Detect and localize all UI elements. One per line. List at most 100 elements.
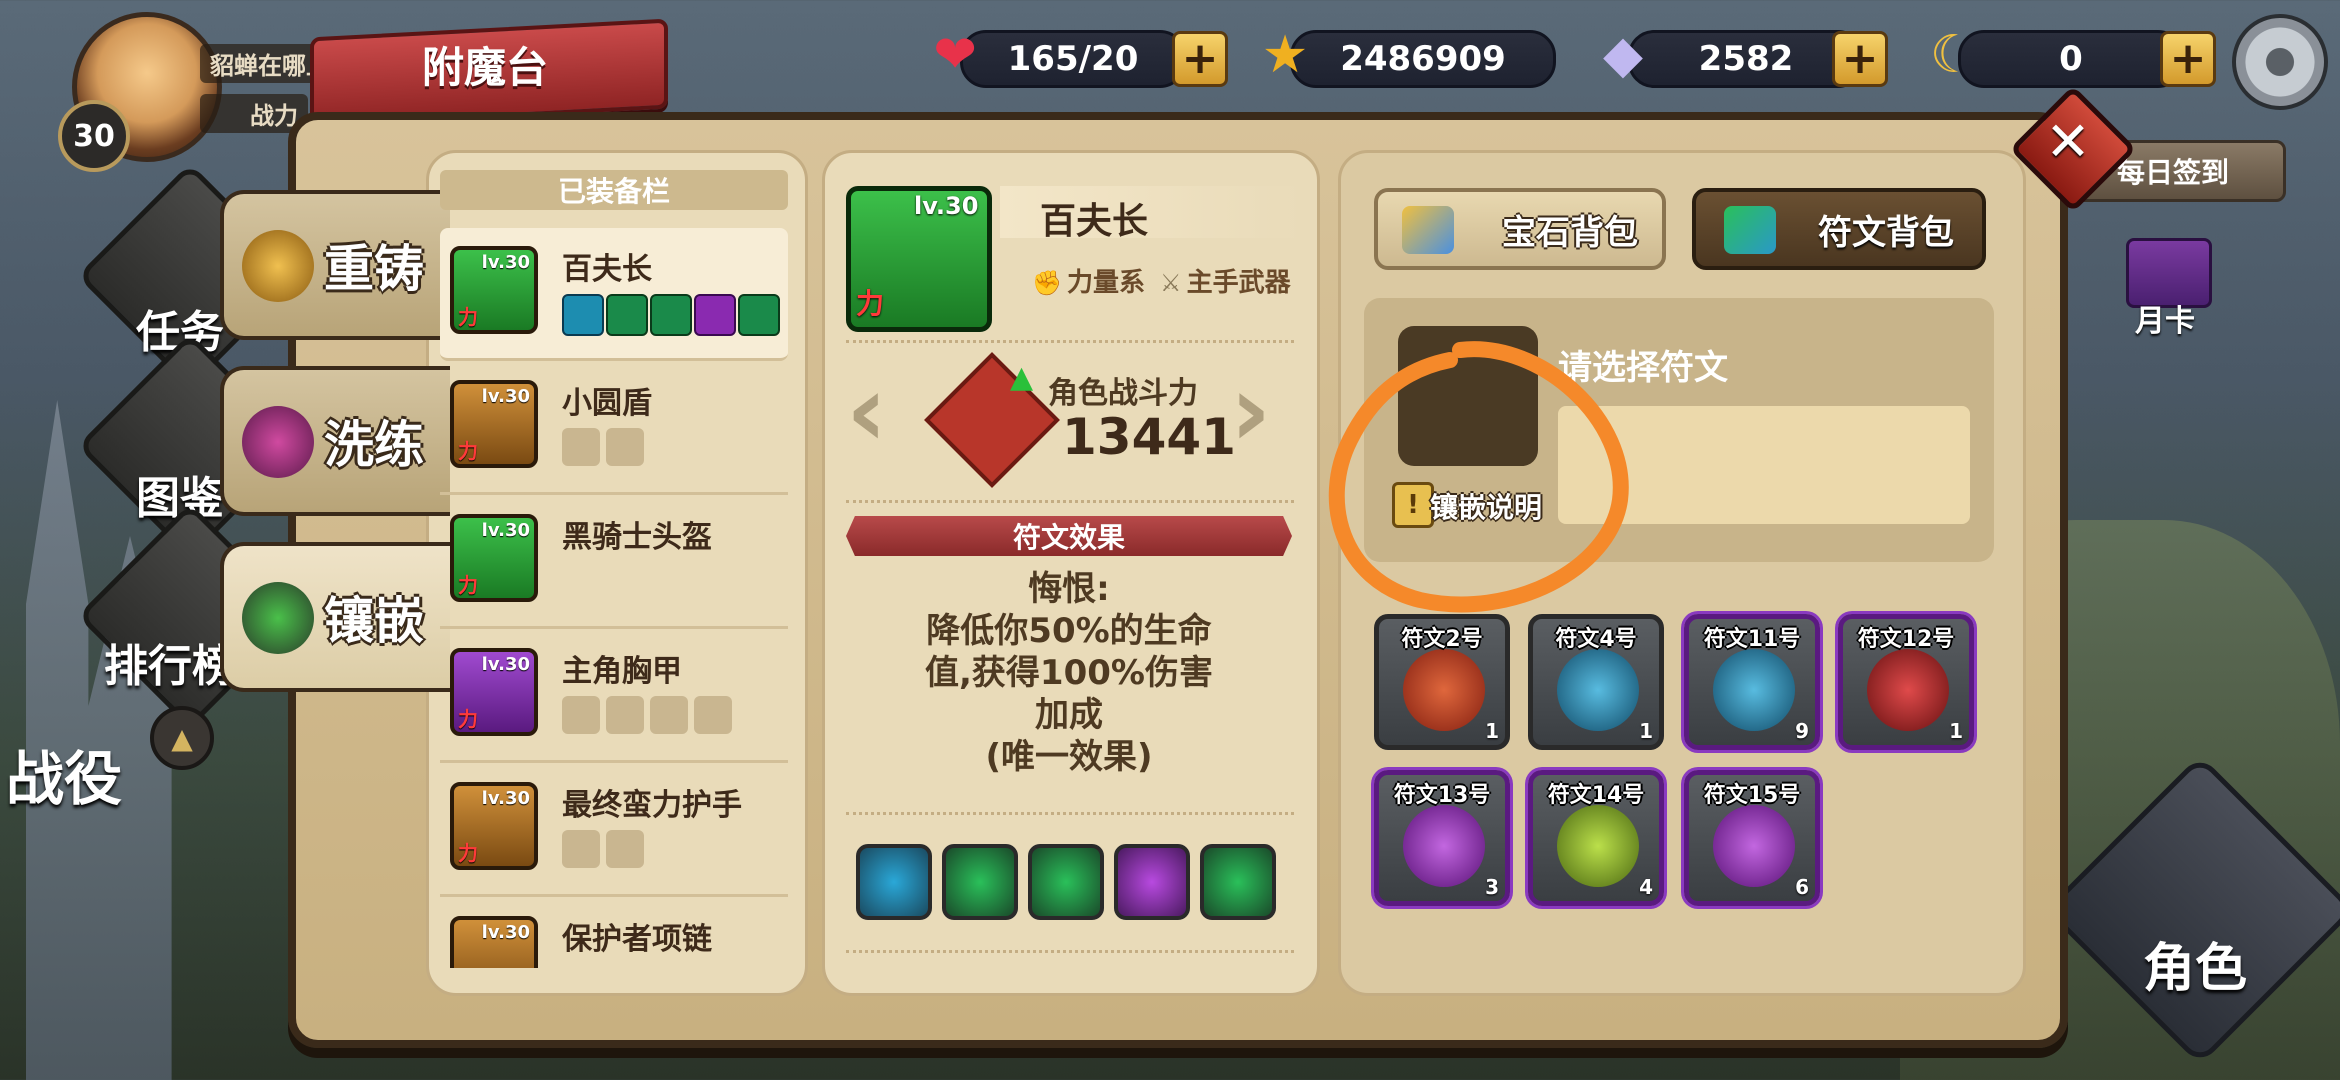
- battle-button[interactable]: 战役: [6, 732, 122, 816]
- equipped-rune-slot-5[interactable]: [1200, 844, 1276, 920]
- rune-glyph-icon: [1867, 649, 1949, 731]
- chestplate-icon: lv.30 力: [450, 648, 538, 736]
- month-card-label: 月卡: [2135, 304, 2195, 339]
- item-name: 保护者项链: [562, 922, 712, 957]
- add-diamond-button[interactable]: +: [1832, 31, 1888, 87]
- right-chevron-decor: ›: [1230, 352, 1272, 469]
- close-icon: ✕: [2045, 110, 2091, 173]
- star-value: 2486909: [1340, 39, 1506, 79]
- diamond-icon: ◆: [1603, 25, 1643, 85]
- rune-slot-filled: [562, 294, 604, 336]
- rune-card-12[interactable]: 符文12号 1: [1838, 614, 1974, 750]
- rune-slot-filled: [738, 294, 780, 336]
- potion-icon: [242, 406, 314, 478]
- selected-item-name: 百夫长: [1040, 201, 1149, 242]
- rune-card-11[interactable]: 符文11号 9: [1684, 614, 1820, 750]
- rune-slot-empty: [606, 696, 644, 734]
- role-label: 角色: [2142, 939, 2247, 999]
- page-title: 附魔台: [421, 43, 548, 92]
- rune-glyph-icon: [1403, 649, 1485, 731]
- rune-slot-empty: [562, 830, 600, 868]
- equipped-item-ultimate-gauntlets[interactable]: lv.30 力 最终蛮力护手: [440, 764, 788, 897]
- star-icon: ★: [1261, 25, 1309, 85]
- star-resource-bar: 2486909: [1290, 30, 1556, 88]
- rune-bag-tab[interactable]: 符文背包: [1692, 188, 1986, 270]
- item-name: 主角胸甲: [562, 654, 682, 689]
- gauntlet-icon: lv.30 力: [450, 782, 538, 870]
- tab-recast[interactable]: 重铸: [220, 190, 450, 340]
- divider: [846, 340, 1294, 343]
- rune-effect-text: 悔恨: 降低你50%的生命 值,获得100%伤害 加成 (唯一效果): [925, 569, 1213, 777]
- weapon-slot-tag: ⚔ 主手武器: [1160, 268, 1291, 298]
- rune-glyph-icon: [1403, 805, 1485, 887]
- item-name: 小圆盾: [562, 386, 652, 421]
- equipped-rune-slot-3[interactable]: [1028, 844, 1104, 920]
- rune-slot-filled: [606, 294, 648, 336]
- combat-power-label: 角色战斗力: [1048, 376, 1198, 411]
- divider: [846, 950, 1294, 953]
- weapon-slot-icon: ⚔: [1160, 269, 1182, 297]
- diamond-resource-bar: 2582: [1628, 30, 1864, 88]
- rune-card-4[interactable]: 符文4号 1: [1528, 614, 1664, 750]
- item-name: 黑骑士头盔: [562, 520, 712, 555]
- equipped-item-hero-chestplate[interactable]: lv.30 力 主角胸甲: [440, 630, 788, 763]
- annotation-circle: [1328, 341, 1629, 613]
- equipped-item-black-knight-helm[interactable]: lv.30 力 黑骑士头盔: [440, 496, 788, 629]
- rune-effect-header: 符文效果: [846, 516, 1292, 556]
- helmet-icon: lv.30 力: [450, 514, 538, 602]
- hammer-icon: [242, 230, 314, 302]
- rune-slot-empty: [562, 428, 600, 466]
- equipped-item-protector-necklace[interactable]: lv.30 保护者项链: [440, 898, 788, 968]
- rune-slot-filled: [650, 294, 692, 336]
- rune-card-2[interactable]: 符文2号 1: [1374, 614, 1510, 750]
- tab-embed[interactable]: 镶嵌: [220, 542, 450, 692]
- divider: [846, 812, 1294, 815]
- rune-card-15[interactable]: 符文15号 6: [1684, 770, 1820, 906]
- item-name: 最终蛮力护手: [562, 788, 742, 823]
- strength-tag: ✊ 力量系: [1032, 268, 1145, 298]
- equipped-rune-slot-4[interactable]: [1114, 844, 1190, 920]
- tab-recast-label: 重铸: [324, 240, 424, 298]
- rune-slot-empty: [562, 696, 600, 734]
- gem-bag-tab[interactable]: 宝石背包: [1374, 188, 1666, 270]
- add-moon-button[interactable]: +: [2160, 31, 2216, 87]
- heart-icon: ❤: [933, 25, 977, 85]
- left-chevron-decor: ‹: [846, 352, 888, 469]
- equipped-item-centurion[interactable]: lv.30 力 百夫长: [440, 228, 788, 361]
- equipped-item-small-shield[interactable]: lv.30 力 小圆盾: [440, 362, 788, 495]
- expand-up-icon[interactable]: ▲: [150, 706, 214, 770]
- item-name: 百夫长: [562, 252, 652, 287]
- tab-embed-label: 镶嵌: [324, 592, 424, 650]
- tab-refine[interactable]: 洗练: [220, 366, 450, 516]
- rune-slot-empty: [650, 696, 688, 734]
- rune-card-13[interactable]: 符文13号 3: [1374, 770, 1510, 906]
- heart-value: 165/20: [1007, 39, 1139, 79]
- selected-item-level: lv.30: [914, 192, 979, 220]
- gem-icon: [1402, 206, 1454, 254]
- equipped-rune-slot-1[interactable]: [856, 844, 932, 920]
- rune-glyph-icon: [1557, 649, 1639, 731]
- heart-resource-bar: 165/20: [960, 30, 1186, 88]
- rune-glyph-icon: [1713, 805, 1795, 887]
- equipped-list-header: 已装备栏: [440, 170, 788, 210]
- rune-slot-filled: [694, 294, 736, 336]
- settings-gear-icon[interactable]: [2232, 14, 2328, 110]
- moon-value: 0: [2059, 39, 2083, 79]
- power-up-arrow-icon: ▲: [1010, 360, 1034, 395]
- combat-power-value: 13441: [1062, 408, 1236, 466]
- rune-card-14[interactable]: 符文14号 4: [1528, 770, 1664, 906]
- divider: [846, 500, 1294, 503]
- moon-icon: ☾: [1929, 25, 1977, 85]
- sword-icon: lv.30 力: [450, 246, 538, 334]
- moon-resource-bar: 0: [1958, 30, 2184, 88]
- shield-icon: lv.30 力: [450, 380, 538, 468]
- rune-slot-empty: [694, 696, 732, 734]
- selected-item-stat: 力: [856, 287, 885, 320]
- embed-arrow-icon: [242, 582, 314, 654]
- equipped-rune-slot-2[interactable]: [942, 844, 1018, 920]
- strength-icon: ✊: [1032, 269, 1062, 297]
- rune-glyph-icon: [1557, 805, 1639, 887]
- diamond-value: 2582: [1698, 39, 1794, 79]
- add-heart-button[interactable]: +: [1172, 31, 1228, 87]
- rune-glyph-icon: [1713, 649, 1795, 731]
